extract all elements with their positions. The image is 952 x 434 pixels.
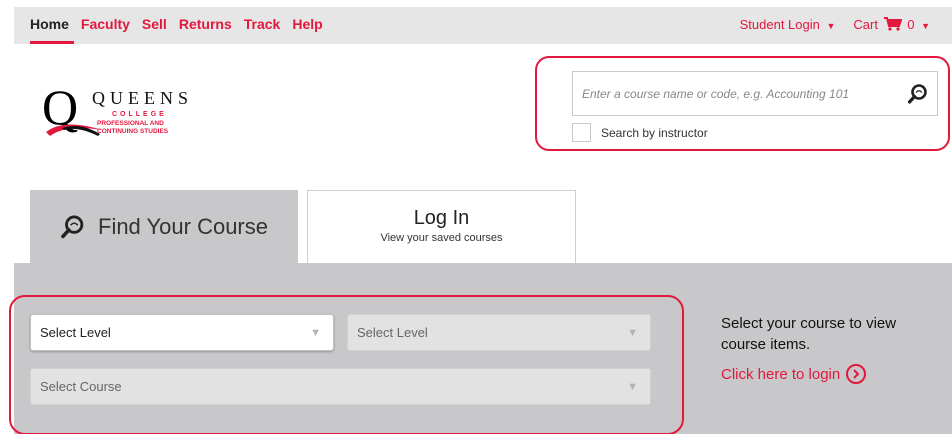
active-nav-indicator bbox=[30, 41, 74, 44]
select-level-secondary[interactable]: Select Level ▼ bbox=[347, 314, 651, 351]
chevron-down-icon: ▼ bbox=[826, 21, 836, 31]
search-by-instructor-checkbox[interactable] bbox=[572, 123, 591, 142]
chevron-down-icon: ▼ bbox=[627, 381, 638, 393]
nav-track[interactable]: Track bbox=[244, 16, 281, 32]
cart-label: Cart bbox=[853, 17, 878, 32]
nav-returns[interactable]: Returns bbox=[179, 16, 232, 32]
nav-faculty[interactable]: Faculty bbox=[81, 16, 130, 32]
search-by-instructor: Search by instructor bbox=[572, 123, 708, 142]
tab-find-your-course[interactable]: Find Your Course bbox=[30, 190, 298, 263]
select-course-label: Select Course bbox=[40, 379, 122, 394]
queens-college-logo[interactable]: Q QUEENS COLLEGE PROFESSIONAL AND CONTIN… bbox=[42, 82, 212, 144]
chevron-down-icon: ▼ bbox=[921, 21, 930, 31]
chevron-down-icon: ▼ bbox=[627, 327, 638, 339]
logo-subtitle-line1: PROFESSIONAL AND bbox=[97, 120, 164, 127]
tab-find-label: Find Your Course bbox=[98, 213, 268, 239]
logo-subtitle: PROFESSIONAL AND CONTINUING STUDIES bbox=[97, 120, 168, 136]
chevron-down-icon: ▼ bbox=[310, 327, 321, 339]
course-search-input[interactable] bbox=[582, 84, 902, 104]
login-link-label: Click here to login bbox=[721, 365, 841, 383]
nav-sell[interactable]: Sell bbox=[142, 16, 167, 32]
cart-icon bbox=[883, 17, 902, 31]
top-nav-bar: Home Faculty Sell Returns Track Help Stu… bbox=[14, 7, 952, 44]
select-level-secondary-label: Select Level bbox=[357, 325, 428, 340]
tab-login-subtitle: View your saved courses bbox=[380, 232, 503, 244]
student-login-menu[interactable]: Student Login ▼ bbox=[740, 17, 836, 32]
student-login-label: Student Login bbox=[739, 17, 820, 32]
nav-home[interactable]: Home bbox=[30, 16, 69, 32]
cart-count: 0 bbox=[907, 17, 915, 32]
login-link[interactable]: Click here to login bbox=[721, 364, 867, 384]
logo-name: QUEENS bbox=[92, 88, 193, 108]
course-search-box bbox=[572, 71, 938, 116]
cart-menu[interactable]: Cart 0 ▼ bbox=[853, 17, 930, 32]
main-nav: Home Faculty Sell Returns Track Help bbox=[30, 16, 323, 32]
logo-subtitle-line2: CONTINUING STUDIES bbox=[97, 128, 169, 135]
select-level-primary[interactable]: Select Level ▼ bbox=[30, 314, 334, 351]
logo-college: COLLEGE bbox=[112, 111, 167, 118]
nav-help[interactable]: Help bbox=[292, 16, 322, 32]
chevron-right-circle-icon bbox=[846, 364, 867, 384]
account-nav: Student Login ▼ Cart 0 ▼ bbox=[740, 17, 930, 32]
select-course-prompt: Select your course to view course items. bbox=[721, 315, 897, 353]
logo-swoosh-icon bbox=[46, 124, 102, 136]
tab-login-title: Log In bbox=[413, 207, 470, 229]
select-course[interactable]: Select Course ▼ bbox=[30, 368, 651, 405]
tab-log-in[interactable]: Log In View your saved courses bbox=[307, 190, 576, 263]
search-by-instructor-label: Search by instructor bbox=[601, 125, 708, 140]
search-icon[interactable] bbox=[907, 83, 929, 105]
search-icon bbox=[61, 215, 84, 238]
select-level-primary-label: Select Level bbox=[40, 325, 111, 340]
